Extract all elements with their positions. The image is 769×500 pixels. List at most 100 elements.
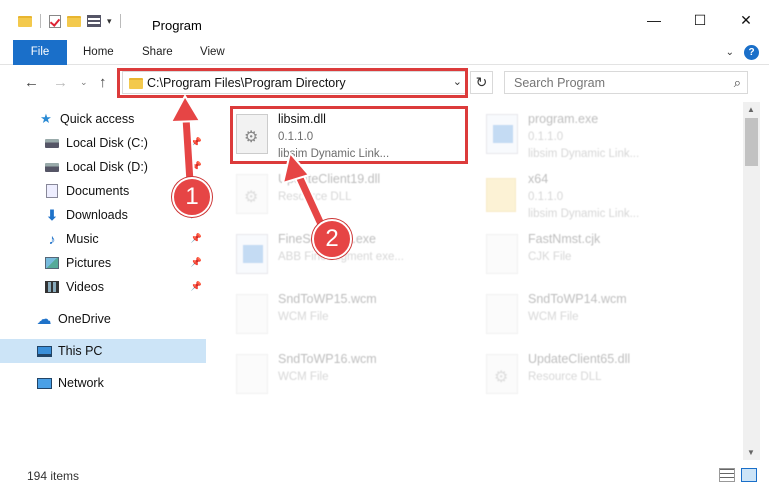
file-name: libsim.dll <box>278 112 326 126</box>
file-item-libsim-dll[interactable]: libsim.dll 0.1.1.0 libsim Dynamic Link..… <box>232 106 472 162</box>
tab-view[interactable]: View <box>200 40 225 65</box>
minimize-button[interactable]: — <box>631 0 677 40</box>
expand-ribbon-icon[interactable]: ⌄ <box>726 47 734 58</box>
divider <box>119 14 121 28</box>
folder-item-x64[interactable]: x64 0.1.1.0 libsim Dynamic Link... <box>482 166 722 222</box>
file-description: WCM File <box>278 311 329 323</box>
sidebar-item-music[interactable]: ♪ Music 📌 <box>0 227 206 251</box>
scroll-down-icon[interactable]: ▼ <box>747 448 755 457</box>
window-title: Program <box>152 18 202 33</box>
sidebar-item-network[interactable]: Network <box>0 371 206 395</box>
file-item-updateclient19-dll[interactable]: UpdateClient19.dll Resource DLL <box>232 166 472 222</box>
dll-file-icon <box>236 114 268 154</box>
forward-button[interactable]: → <box>53 74 68 91</box>
file-description: WCM File <box>528 311 579 323</box>
file-item-sndtowp14-wcm[interactable]: SndToWP14.wcm WCM File <box>482 286 722 342</box>
pin-icon[interactable]: 📌 <box>191 233 202 244</box>
pin-icon[interactable]: 📌 <box>191 257 202 268</box>
file-item-program-exe[interactable]: program.exe 0.1.1.0 libsim Dynamic Link.… <box>482 106 722 162</box>
sidebar-item-this-pc[interactable]: This PC <box>0 339 206 363</box>
file-name: SndToWP14.wcm <box>528 292 627 306</box>
file-version: 0.1.1.0 <box>278 131 314 143</box>
sidebar-item-label: Documents <box>66 184 130 198</box>
file-description: Resource DLL <box>528 371 602 383</box>
sidebar-item-local-disk-d[interactable]: Local Disk (D:) 📌 <box>0 155 206 179</box>
documents-icon <box>44 183 60 199</box>
ribbon-tabs: File Home Share View ⌄ ? <box>0 40 769 65</box>
divider <box>40 14 41 28</box>
properties-icon[interactable] <box>87 15 101 27</box>
status-bar: 194 items <box>0 462 769 490</box>
address-bar[interactable]: C:\Program Files\Program Directory ⌄ <box>122 71 467 94</box>
generic-file-icon <box>486 234 518 274</box>
search-input[interactable] <box>514 76 714 90</box>
file-name: FastNmst.cjk <box>528 232 601 246</box>
sidebar-item-label: Network <box>58 376 104 390</box>
sidebar-item-onedrive[interactable]: ☁ OneDrive <box>0 307 206 331</box>
sidebar-item-label: Videos <box>66 280 104 294</box>
sidebar-item-label: Music <box>66 232 99 246</box>
videos-icon <box>44 279 60 295</box>
help-icon[interactable]: ? <box>744 45 759 60</box>
exe-file-icon <box>486 114 518 154</box>
star-icon: ★ <box>40 111 52 126</box>
sidebar-item-pictures[interactable]: Pictures 📌 <box>0 251 206 275</box>
pin-icon[interactable]: 📌 <box>191 137 202 148</box>
scroll-up-icon[interactable]: ▲ <box>747 105 755 114</box>
up-button[interactable]: ↑ <box>99 74 107 91</box>
scrollbar-thumb[interactable] <box>745 118 758 166</box>
sidebar-item-label: OneDrive <box>58 312 111 326</box>
sidebar-item-quick-access[interactable]: ★ Quick access <box>0 107 206 131</box>
item-count: 194 items <box>27 469 80 483</box>
large-icons-view-icon[interactable] <box>741 468 757 482</box>
refresh-button[interactable]: ↻ <box>470 71 493 94</box>
disk-icon <box>44 159 60 175</box>
file-version: 0.1.1.0 <box>528 191 564 203</box>
file-name: program.exe <box>528 112 599 126</box>
exe-file-icon <box>236 234 268 274</box>
tab-share[interactable]: Share <box>142 40 173 65</box>
file-description: Resource DLL <box>278 191 352 203</box>
file-item-sndtowp16-wcm[interactable]: SndToWP16.wcm WCM File <box>232 346 472 402</box>
search-icon[interactable]: ⌕ <box>734 75 741 91</box>
navigation-pane: ★ Quick access Local Disk (C:) 📌 Local D… <box>0 102 208 460</box>
sidebar-item-label: Downloads <box>66 208 128 222</box>
file-item-fastnmst-cjk[interactable]: FastNmst.cjk CJK File <box>482 226 722 282</box>
address-path[interactable]: C:\Program Files\Program Directory <box>147 76 346 90</box>
folder-icon <box>486 178 516 212</box>
tab-home[interactable]: Home <box>83 40 114 65</box>
tab-file[interactable]: File <box>13 40 67 65</box>
pin-icon[interactable]: 📌 <box>191 281 202 292</box>
new-folder-icon[interactable] <box>67 15 81 27</box>
file-description: libsim Dynamic Link... <box>528 208 640 220</box>
vertical-scrollbar[interactable]: ▲ ▼ <box>743 102 760 460</box>
close-button[interactable]: ✕ <box>723 0 769 40</box>
back-button[interactable]: ← <box>24 74 39 91</box>
file-description: libsim Dynamic Link... <box>528 148 640 160</box>
details-view-icon[interactable] <box>719 468 735 482</box>
sidebar-item-label: Local Disk (D:) <box>66 160 148 174</box>
file-description: libsim Dynamic Link... <box>278 148 390 160</box>
onedrive-icon: ☁ <box>36 311 52 328</box>
properties-check-icon[interactable] <box>49 14 61 28</box>
chevron-down-icon[interactable]: ⌄ <box>453 75 462 88</box>
sidebar-item-local-disk-c[interactable]: Local Disk (C:) 📌 <box>0 131 206 155</box>
customize-toolbar-icon[interactable]: ▾ <box>107 16 112 27</box>
pictures-icon <box>44 255 60 271</box>
file-name: x64 <box>528 172 549 186</box>
search-box[interactable]: ⌕ <box>504 71 748 94</box>
file-name: SndToWP15.wcm <box>278 292 377 306</box>
file-item-finesegment-exe[interactable]: FineSegment.exe ABB FineSegment exe... <box>232 226 472 282</box>
step-2-marker: 2 <box>312 219 352 259</box>
maximize-button[interactable]: ☐ <box>677 0 723 40</box>
file-item-sndtowp15-wcm[interactable]: SndToWP15.wcm WCM File <box>232 286 472 342</box>
sidebar-item-videos[interactable]: Videos 📌 <box>0 275 206 299</box>
dll-file-icon <box>236 174 268 214</box>
file-item-updateclient65-dll[interactable]: UpdateClient65.dll Resource DLL <box>482 346 722 402</box>
dll-file-icon <box>486 354 518 394</box>
recent-locations-button[interactable]: ⌄ <box>80 77 88 88</box>
file-description: CJK File <box>528 251 572 263</box>
folder-icon[interactable] <box>18 15 32 27</box>
pin-icon[interactable]: 📌 <box>191 161 202 172</box>
generic-file-icon <box>236 354 268 394</box>
